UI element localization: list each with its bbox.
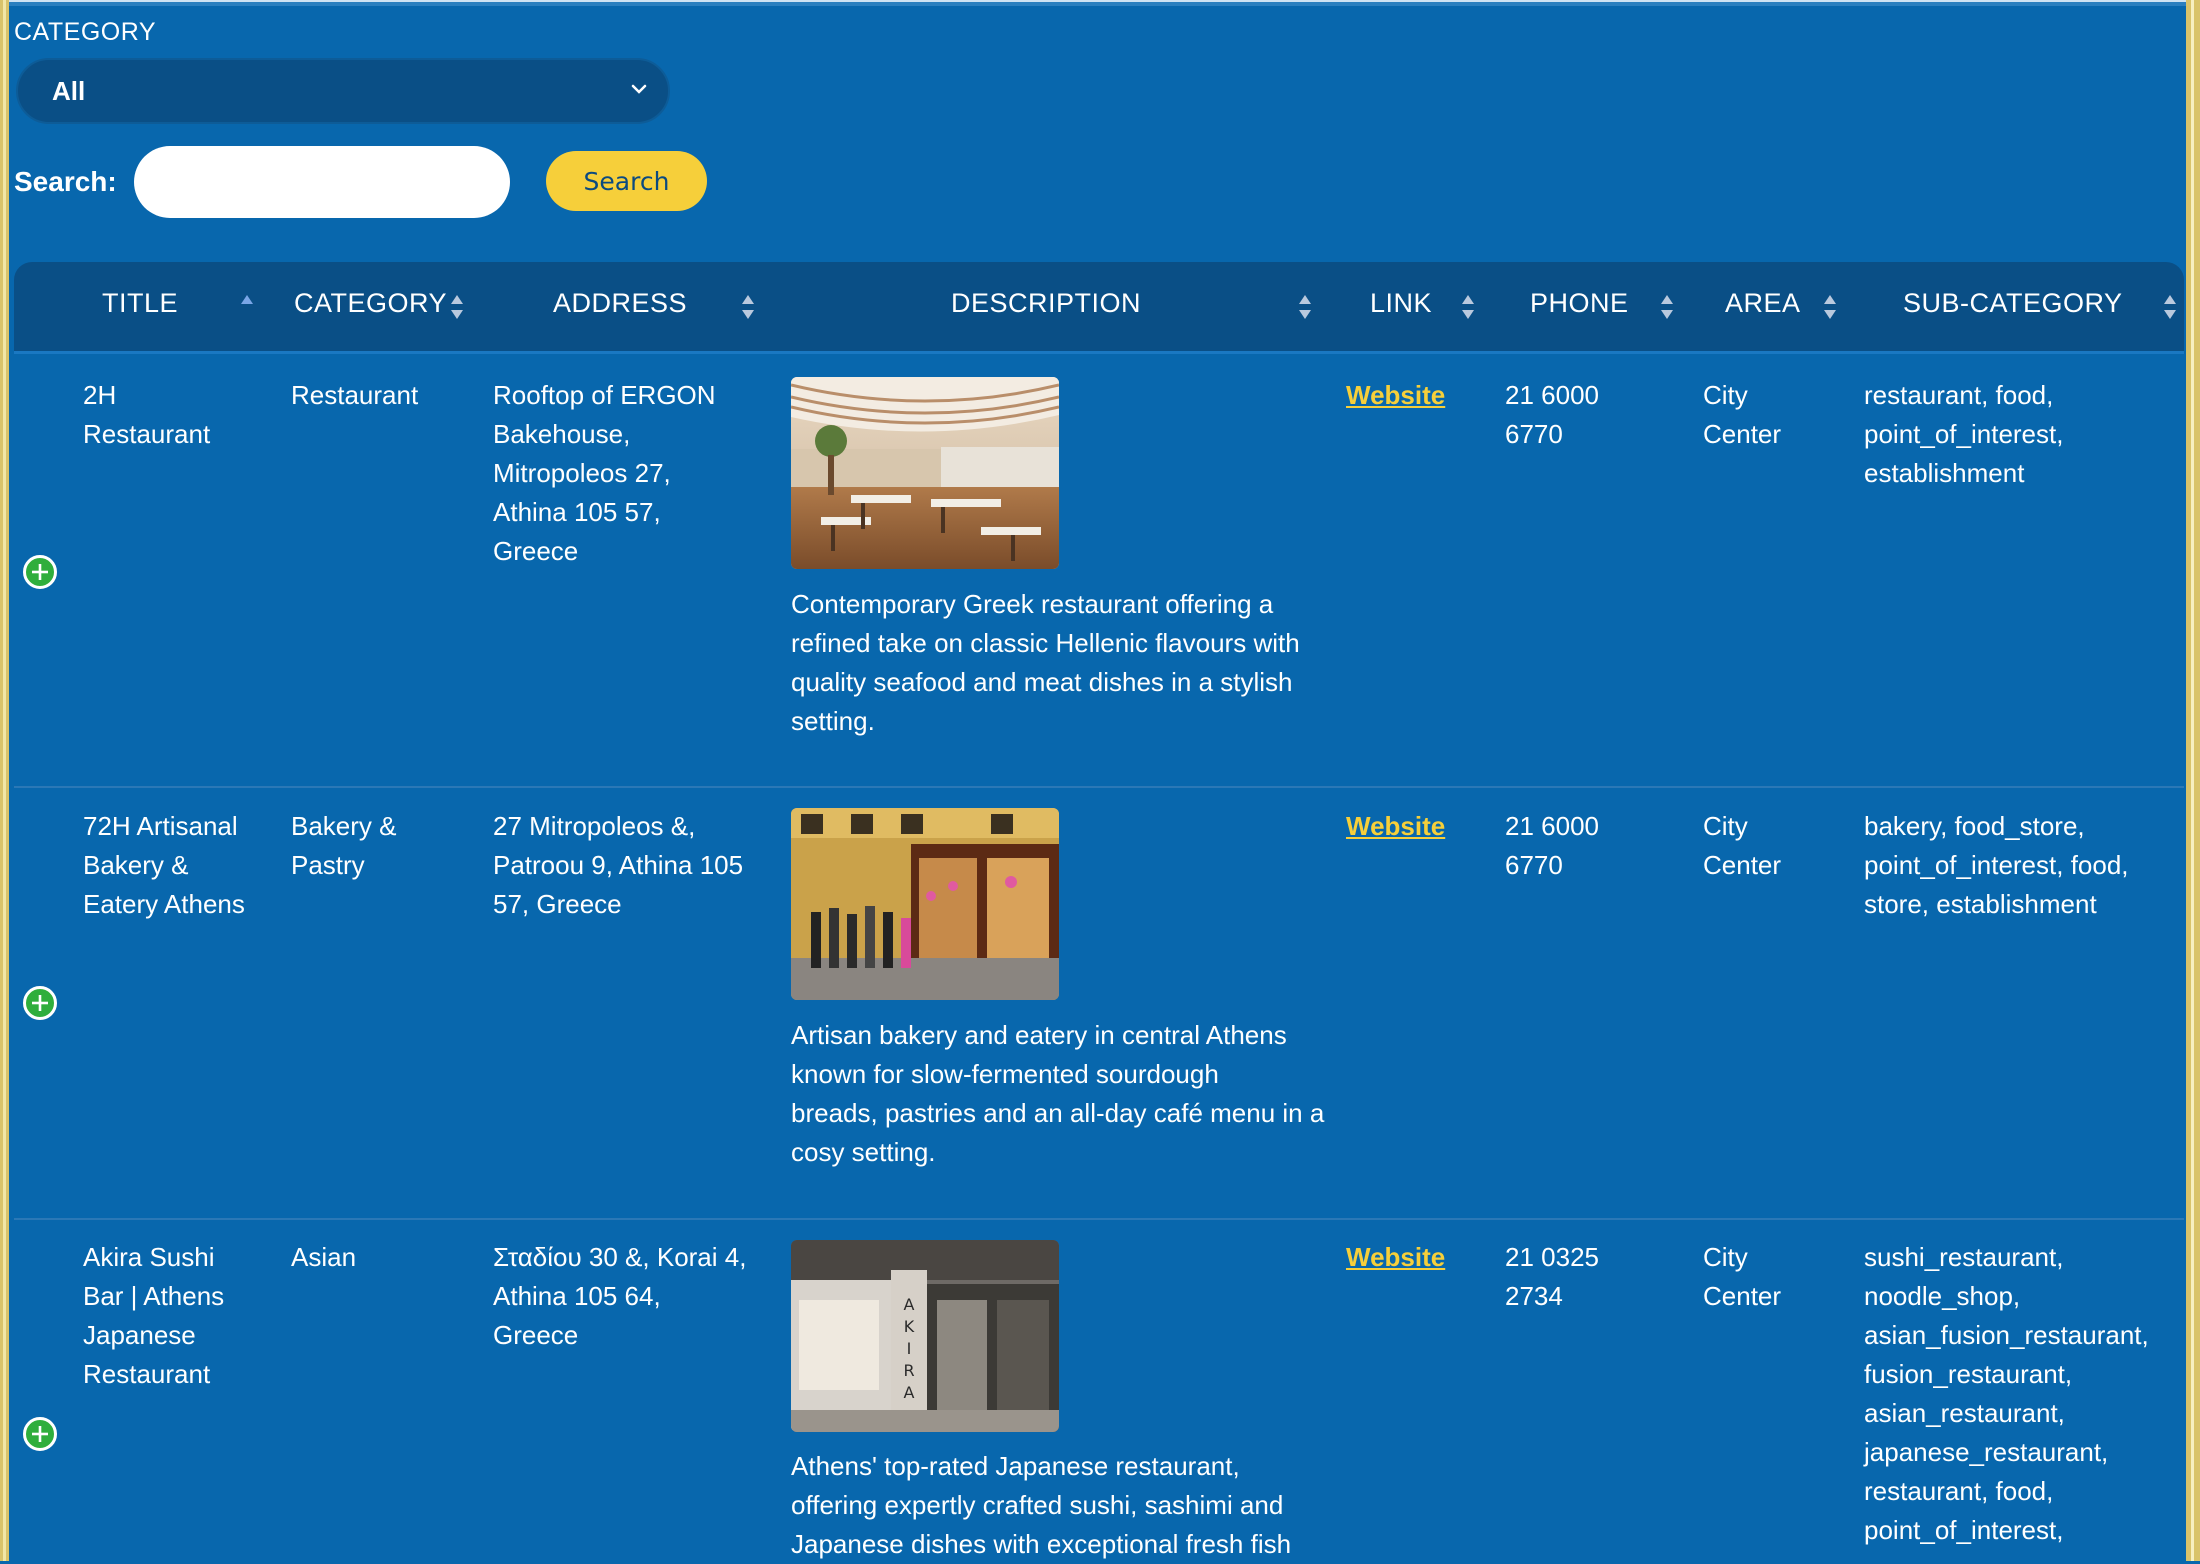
sort-arrows-icon[interactable] (1460, 292, 1476, 322)
column-header-phone[interactable]: PHONE (1530, 288, 1629, 319)
address-cell: Rooftop of ERGON Bakehouse, Mitropoleos … (493, 380, 716, 566)
svg-text:R: R (903, 1361, 914, 1380)
search-label: Search: (14, 166, 117, 197)
svg-text:I: I (907, 1339, 912, 1358)
category-cell: Bakery & Pastry (291, 811, 397, 880)
table-header: TITLE CATEGORY ADDRESS DESCRIPTION LINK … (14, 262, 2184, 354)
phone-cell: 21 0325 2734 (1505, 1242, 1599, 1311)
row-divider (14, 1218, 2184, 1220)
plus-circle-icon[interactable] (22, 985, 58, 1021)
column-header-area[interactable]: AREA (1725, 288, 1801, 319)
description-cell: Athens' top-rated Japanese restaurant, o… (791, 1451, 1292, 1559)
sort-ascending-icon[interactable] (239, 292, 255, 322)
area-cell: City Center (1703, 1242, 1782, 1311)
website-link[interactable]: Website (1346, 1238, 1445, 1277)
description-cell: Contemporary Greek restaurant offering a… (791, 589, 1300, 736)
search-button[interactable]: Search (546, 151, 707, 211)
website-link[interactable]: Website (1346, 807, 1445, 846)
svg-text:A: A (904, 1383, 915, 1402)
address-cell: Σταδίου 30 &, Korai 4, Athina 105 64, Gr… (493, 1242, 747, 1350)
category-filter-label: CATEGORY (14, 18, 156, 46)
category-cell: Restaurant (291, 380, 419, 410)
plus-circle-icon[interactable] (22, 1416, 58, 1452)
column-header-category[interactable]: CATEGORY (294, 288, 447, 319)
sort-arrows-icon[interactable] (1297, 292, 1313, 322)
row-divider (14, 786, 2184, 788)
area-cell: City Center (1703, 380, 1782, 449)
subcategory-cell: bakery, food_store, point_of_interest, f… (1864, 811, 2129, 919)
column-header-address[interactable]: ADDRESS (553, 288, 687, 319)
sort-arrows-icon[interactable] (1659, 292, 1675, 322)
akira-storefront-photo: A K I R A (791, 1240, 1059, 1432)
category-select-value: All (52, 75, 86, 106)
address-cell: 27 Mitropoleos &, Patroou 9, Athina 105 … (493, 811, 744, 919)
column-header-link[interactable]: LINK (1370, 288, 1432, 319)
phone-cell: 21 6000 6770 (1505, 811, 1599, 880)
top-border (0, 0, 2200, 6)
sort-arrows-icon[interactable] (740, 292, 756, 322)
category-select[interactable]: All (16, 58, 670, 124)
title-cell: 72H Artisanal Bakery & Eatery Athens (83, 811, 245, 919)
category-cell: Asian (291, 1242, 357, 1272)
area-cell: City Center (1703, 811, 1782, 880)
bakery-storefront-photo (791, 808, 1059, 1000)
column-header-description[interactable]: DESCRIPTION (951, 288, 1141, 319)
column-header-title[interactable]: TITLE (102, 288, 178, 319)
website-link[interactable]: Website (1346, 376, 1445, 415)
chevron-down-icon (631, 84, 647, 94)
title-cell: Akira Sushi Bar | Athens Japanese Restau… (83, 1242, 225, 1389)
svg-text:A: A (904, 1295, 915, 1314)
sort-arrows-icon[interactable] (449, 292, 465, 322)
description-cell: Artisan bakery and eatery in central Ath… (791, 1020, 1325, 1167)
left-border (0, 0, 9, 1561)
column-header-subcategory[interactable]: SUB-CATEGORY (1903, 288, 2123, 319)
sort-arrows-icon[interactable] (1822, 292, 1838, 322)
rooftop-restaurant-photo (791, 377, 1059, 569)
sort-arrows-icon[interactable] (2162, 292, 2178, 322)
title-cell: 2H Restaurant (83, 380, 211, 449)
phone-cell: 21 6000 6770 (1505, 380, 1599, 449)
subcategory-cell: restaurant, food, point_of_interest, est… (1864, 380, 2064, 488)
svg-text:K: K (904, 1317, 915, 1336)
plus-circle-icon[interactable] (22, 554, 58, 590)
right-scrollbar[interactable] (2186, 0, 2200, 1561)
search-input[interactable] (134, 146, 510, 218)
subcategory-cell: sushi_restaurant, noodle_shop, asian_fus… (1864, 1242, 2149, 1545)
